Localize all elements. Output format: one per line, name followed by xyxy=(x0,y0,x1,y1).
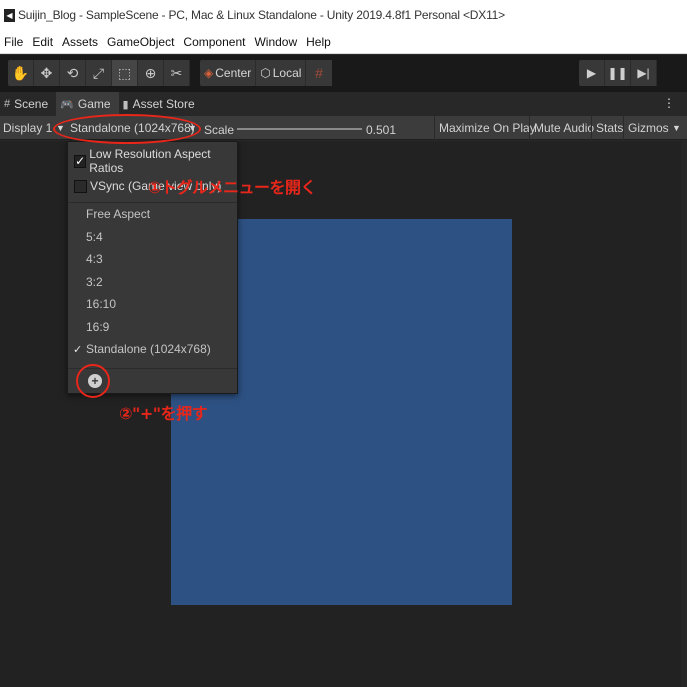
viewport-scrollbar[interactable] xyxy=(681,141,687,687)
gizmos-chevron-icon[interactable]: ▼ xyxy=(672,123,681,133)
checkbox-unchecked[interactable] xyxy=(74,179,87,193)
low-resolution-toggle[interactable]: ✓ Low Resolution Aspect Ratios xyxy=(74,147,237,175)
low-res-label: Low Resolution Aspect Ratios xyxy=(89,147,211,175)
aspect-3-2[interactable]: 3:2 xyxy=(86,275,103,289)
menu-help[interactable]: Help xyxy=(306,35,331,49)
aspect-4-3[interactable]: 4:3 xyxy=(86,252,103,266)
menu-component[interactable]: Component xyxy=(183,35,245,49)
custom-tool-icon[interactable]: ✂ xyxy=(164,60,190,86)
aspect-16-10[interactable]: 16:10 xyxy=(86,297,116,311)
aspect-5-4[interactable]: 5:4 xyxy=(86,230,103,244)
gamepad-icon: 🎮 xyxy=(60,98,74,111)
grid-icon: # xyxy=(4,98,11,110)
aspect-16-9[interactable]: 16:9 xyxy=(86,320,109,334)
tab-scene-label: Scene xyxy=(14,97,49,111)
tab-asset-store-label: Asset Store xyxy=(132,97,195,111)
mute-label: Mute Audio xyxy=(534,121,595,135)
display-selector[interactable]: Display 1 xyxy=(3,121,52,135)
unity-logo-icon: ◀ xyxy=(4,8,15,22)
menu-window[interactable]: Window xyxy=(254,35,297,49)
grid-snap-icon[interactable]: # xyxy=(306,60,332,86)
space-label: Local xyxy=(272,66,302,80)
selected-check-icon: ✓ xyxy=(73,344,83,356)
pivot-center-button[interactable]: ◈ Center xyxy=(200,60,257,86)
main-toolbar: ✋ ✥ ⟲ ⤢ ⬚ ⊕ ✂ ◈ Center ⬡ Local # ▶ ❚❚ ▶| xyxy=(0,55,687,92)
scale-slider[interactable] xyxy=(237,128,362,130)
window-title: Suijin_Blog - SampleScene - PC, Mac & Li… xyxy=(18,8,505,22)
transform-icon[interactable]: ⊕ xyxy=(138,60,164,86)
aspect-free[interactable]: Free Aspect xyxy=(86,207,150,221)
playback-controls: ▶ ❚❚ ▶| xyxy=(579,60,657,86)
gizmos-label: Gizmos xyxy=(628,121,669,135)
annotation-step1: ①トグルメニューを開く xyxy=(148,178,317,197)
checkbox-checked[interactable]: ✓ xyxy=(74,154,87,168)
menu-file[interactable]: File xyxy=(4,35,23,49)
scale-icon[interactable]: ⤢ xyxy=(86,60,112,86)
stats-label: Stats xyxy=(596,121,624,135)
title-bar: ◀ Suijin_Blog - SampleScene - PC, Mac & … xyxy=(0,0,687,30)
transform-tools: ✋ ✥ ⟲ ⤢ ⬚ ⊕ ✂ xyxy=(8,60,190,86)
tab-asset-store[interactable]: ▮ Asset Store xyxy=(118,92,203,116)
more-options-icon[interactable]: ⋮ xyxy=(663,96,675,110)
hand-icon[interactable]: ✋ xyxy=(8,60,34,86)
annotation-ellipse xyxy=(53,114,201,144)
menu-edit[interactable]: Edit xyxy=(32,35,53,49)
pivot-tools: ◈ Center ⬡ Local xyxy=(200,60,307,86)
scale-label: Scale xyxy=(204,123,235,137)
stats-button[interactable]: Stats xyxy=(591,116,627,140)
rotate-icon[interactable]: ⟲ xyxy=(60,60,86,86)
menu-assets[interactable]: Assets xyxy=(62,35,98,49)
mute-audio-button[interactable]: Mute Audio xyxy=(529,116,598,140)
tab-game[interactable]: 🎮 Game xyxy=(56,92,119,116)
separator xyxy=(68,202,237,203)
pivot-icon: ◈ xyxy=(204,66,214,80)
bag-icon: ▮ xyxy=(122,98,129,111)
rect-icon[interactable]: ⬚ xyxy=(112,60,138,86)
scale-value: 0.501 xyxy=(366,123,397,137)
cube-icon: ⬡ xyxy=(260,66,271,80)
maximize-label: Maximize On Play xyxy=(439,121,536,135)
unity-editor-window: ◀ Suijin_Blog - SampleScene - PC, Mac & … xyxy=(0,0,687,687)
pivot-label: Center xyxy=(215,66,252,80)
maximize-on-play-button[interactable]: Maximize On Play xyxy=(434,116,540,140)
menu-bar: File Edit Assets GameObject Component Wi… xyxy=(0,30,687,54)
editor-tabs: # Scene 🎮 Game ▮ Asset Store xyxy=(0,92,687,116)
move-icon[interactable]: ✥ xyxy=(34,60,60,86)
annotation-circle xyxy=(76,364,110,398)
tab-game-label: Game xyxy=(77,97,111,111)
pause-icon[interactable]: ❚❚ xyxy=(605,60,631,86)
tab-scene[interactable]: # Scene xyxy=(0,92,57,116)
gizmos-button[interactable]: Gizmos xyxy=(623,116,673,140)
annotation-step2: ②"+"を押す xyxy=(119,404,208,423)
step-icon[interactable]: ▶| xyxy=(631,60,657,86)
play-icon[interactable]: ▶ xyxy=(579,60,605,86)
aspect-standalone[interactable]: Standalone (1024x768) xyxy=(86,342,211,356)
pivot-local-button[interactable]: ⬡ Local xyxy=(256,60,307,86)
menu-gameobject[interactable]: GameObject xyxy=(107,35,174,49)
